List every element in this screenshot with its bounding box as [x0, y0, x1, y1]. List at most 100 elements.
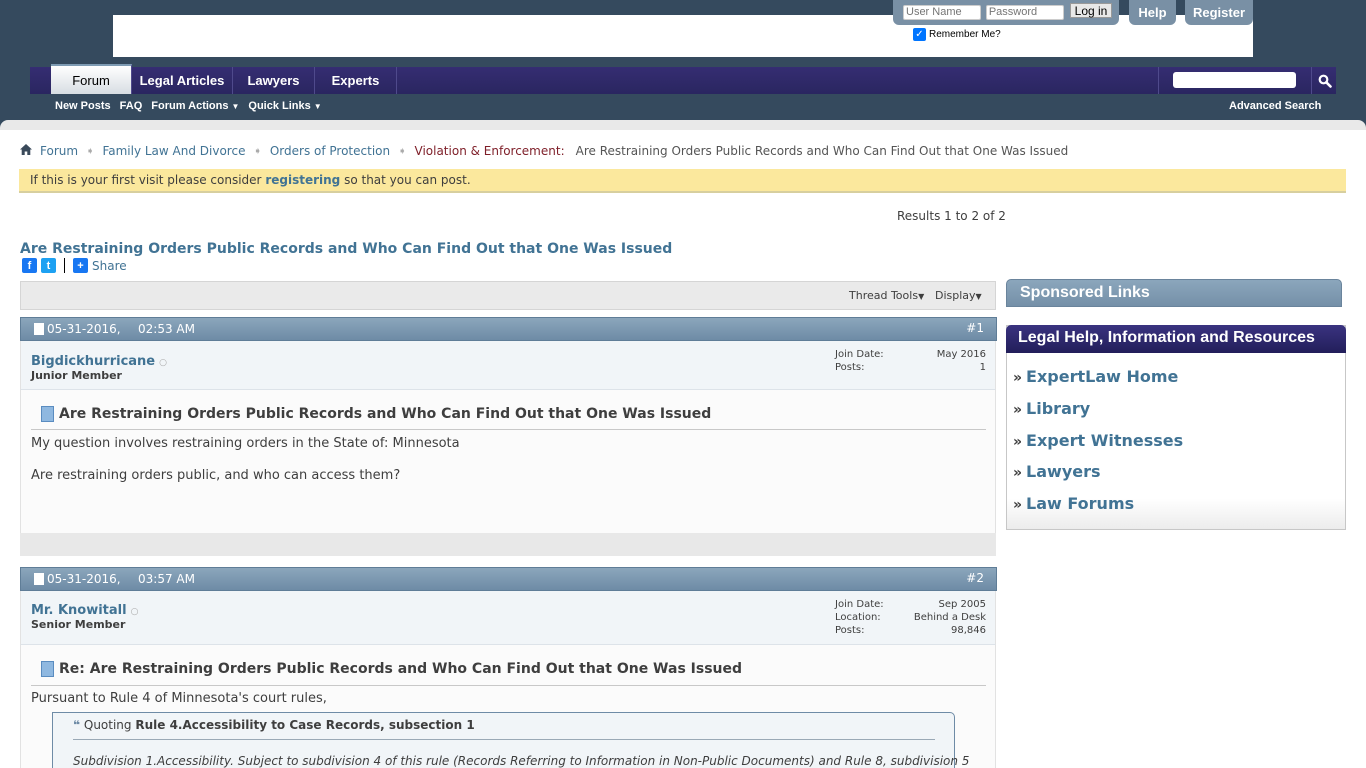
- search-button[interactable]: [1311, 67, 1337, 94]
- share-plus-icon[interactable]: +: [73, 258, 88, 273]
- post-content: Are Restraining Orders Public Records an…: [20, 389, 996, 534]
- post-icon: [41, 661, 54, 677]
- remember-checkbox[interactable]: ✓: [913, 28, 926, 41]
- breadcrumb-current-forum[interactable]: Violation & Enforcement:: [415, 144, 565, 158]
- post-date: 05-31-2016, 02:53 AM: [34, 322, 195, 336]
- display-menu[interactable]: Display▼: [935, 289, 982, 302]
- user-stats: Join Date: May 2016 Posts: 1: [835, 349, 986, 373]
- double-arrow-icon: »: [1013, 401, 1023, 418]
- breadcrumb-arrow-icon: ➧: [398, 145, 407, 157]
- offline-status-icon: ○: [130, 607, 139, 617]
- subnav-forum-actions[interactable]: Forum Actions ▼: [151, 100, 239, 112]
- register-button[interactable]: Register: [1185, 0, 1253, 25]
- username-link[interactable]: Bigdickhurricane ○: [31, 354, 167, 369]
- chevron-down-icon: ▼: [231, 102, 240, 111]
- breadcrumb: Forum ➧ Family Law And Divorce ➧ Orders …: [20, 144, 1068, 158]
- advanced-search-link[interactable]: Advanced Search: [1229, 100, 1321, 112]
- display-label: Display: [935, 289, 976, 302]
- post-title: Are Restraining Orders Public Records an…: [41, 406, 711, 422]
- password-input[interactable]: [985, 4, 1064, 20]
- remember-me[interactable]: ✓ Remember Me?: [913, 28, 1001, 41]
- notice-text: If this is your first visit please consi…: [30, 173, 266, 187]
- post-icon: [41, 406, 54, 422]
- subnav-faq[interactable]: FAQ: [120, 100, 143, 112]
- home-icon[interactable]: [20, 144, 32, 158]
- post-header: 05-31-2016, 03:57 AM #2: [20, 567, 997, 591]
- post-date: 05-31-2016, 03:57 AM: [34, 572, 195, 586]
- subnav-quick-links[interactable]: Quick Links ▼: [248, 100, 321, 112]
- post-paragraph: Are restraining orders public, and who c…: [31, 468, 401, 483]
- resource-link-law-forums[interactable]: » Law Forums: [1013, 494, 1345, 526]
- double-arrow-icon: »: [1013, 465, 1023, 482]
- breadcrumb-arrow-icon: ➧: [86, 145, 95, 157]
- quote-source: Rule 4.Accessibility to Case Records, su…: [135, 718, 475, 732]
- username-input[interactable]: [903, 4, 981, 20]
- divider: [31, 685, 986, 686]
- sponsored-links-header: Sponsored Links: [1006, 279, 1342, 307]
- help-button[interactable]: Help: [1129, 0, 1176, 25]
- search-box: [1158, 67, 1336, 94]
- post-paragraph: Pursuant to Rule 4 of Minnesota's court …: [31, 691, 327, 706]
- chevron-down-icon: ▼: [313, 102, 322, 111]
- facebook-icon[interactable]: f: [22, 258, 37, 273]
- post-number-link[interactable]: #2: [966, 571, 984, 585]
- post-title: Re: Are Restraining Orders Public Record…: [41, 661, 742, 677]
- quote-icon: ❝: [73, 718, 81, 732]
- divider: [31, 429, 986, 430]
- divider: [73, 739, 935, 740]
- quote-header: ❝ Quoting Rule 4.Accessibility to Case R…: [73, 718, 475, 732]
- user-rank: Junior Member: [31, 369, 122, 382]
- quick-links-label: Quick Links: [248, 100, 311, 112]
- sub-nav: New Posts FAQ Forum Actions ▼ Quick Links…: [55, 100, 322, 112]
- divider: [64, 258, 65, 273]
- quote-block: ❝ Quoting Rule 4.Accessibility to Case R…: [52, 712, 969, 768]
- breadcrumb-family-law[interactable]: Family Law And Divorce: [102, 144, 245, 158]
- twitter-icon[interactable]: t: [41, 258, 56, 273]
- username-link[interactable]: Mr. Knowitall ○: [31, 603, 138, 618]
- resource-link-expertlaw-home[interactable]: » ExpertLaw Home: [1013, 367, 1345, 399]
- breadcrumb-forum[interactable]: Forum: [40, 144, 78, 158]
- tab-forum[interactable]: Forum: [51, 64, 132, 94]
- notice-text-end: so that you can post.: [340, 173, 471, 187]
- resources-panel: Legal Help, Information and Resources » E…: [1006, 325, 1346, 530]
- search-input[interactable]: [1173, 72, 1296, 88]
- breadcrumb-orders-of-protection[interactable]: Orders of Protection: [270, 144, 390, 158]
- header-edge: [0, 120, 1366, 130]
- tab-lawyers[interactable]: Lawyers: [233, 67, 315, 94]
- register-link[interactable]: registering: [265, 173, 340, 187]
- resources-title: Legal Help, Information and Resources: [1006, 325, 1346, 353]
- post-paragraph: My question involves restraining orders …: [31, 436, 460, 451]
- post-number-link[interactable]: #1: [966, 321, 984, 335]
- resource-link-expert-witnesses[interactable]: » Expert Witnesses: [1013, 431, 1345, 463]
- login-button[interactable]: Log in: [1069, 3, 1113, 18]
- double-arrow-icon: »: [1013, 370, 1023, 386]
- double-arrow-icon: »: [1013, 433, 1023, 450]
- forum-actions-label: Forum Actions: [151, 100, 229, 112]
- post-header: 05-31-2016, 02:53 AM #1: [20, 317, 997, 341]
- post-user-info: Mr. Knowitall ○ Senior Member Join Date: S…: [20, 591, 996, 645]
- thread-tools-label: Thread Tools: [849, 289, 919, 302]
- thread-title[interactable]: Are Restraining Orders Public Records an…: [20, 241, 672, 257]
- resource-link-lawyers[interactable]: » Lawyers: [1013, 462, 1345, 494]
- post-status-icon: [34, 573, 44, 585]
- user-rank: Senior Member: [31, 618, 126, 631]
- offline-status-icon: ○: [159, 358, 167, 368]
- share-link[interactable]: Share: [92, 259, 127, 273]
- chevron-down-icon: ▼: [918, 292, 925, 301]
- post-status-icon: [34, 323, 44, 335]
- breadcrumb-current-thread: Are Restraining Orders Public Records an…: [575, 144, 1069, 158]
- breadcrumb-arrow-icon: ➧: [253, 145, 262, 157]
- site-header: Log in ✓ Remember Me? Help Register Foru…: [0, 0, 1366, 120]
- thread-tools-menu[interactable]: Thread Tools▼: [849, 289, 924, 302]
- quote-text: Subdivision 1.Accessibility. Subject to …: [73, 754, 970, 768]
- resource-link-library[interactable]: » Library: [1013, 399, 1345, 431]
- thread-toolbar: Thread Tools▼ Display▼: [20, 281, 996, 310]
- remember-label: Remember Me?: [929, 29, 1001, 40]
- share-bar: f t + Share: [22, 258, 127, 273]
- main-nav: Forum Legal Articles Lawyers Experts: [30, 64, 1336, 94]
- tab-legal-articles[interactable]: Legal Articles: [132, 67, 233, 94]
- results-count: Results 1 to 2 of 2: [897, 209, 1006, 223]
- chevron-down-icon: ▼: [975, 292, 982, 301]
- tab-experts[interactable]: Experts: [315, 67, 397, 94]
- subnav-new-posts[interactable]: New Posts: [55, 100, 111, 112]
